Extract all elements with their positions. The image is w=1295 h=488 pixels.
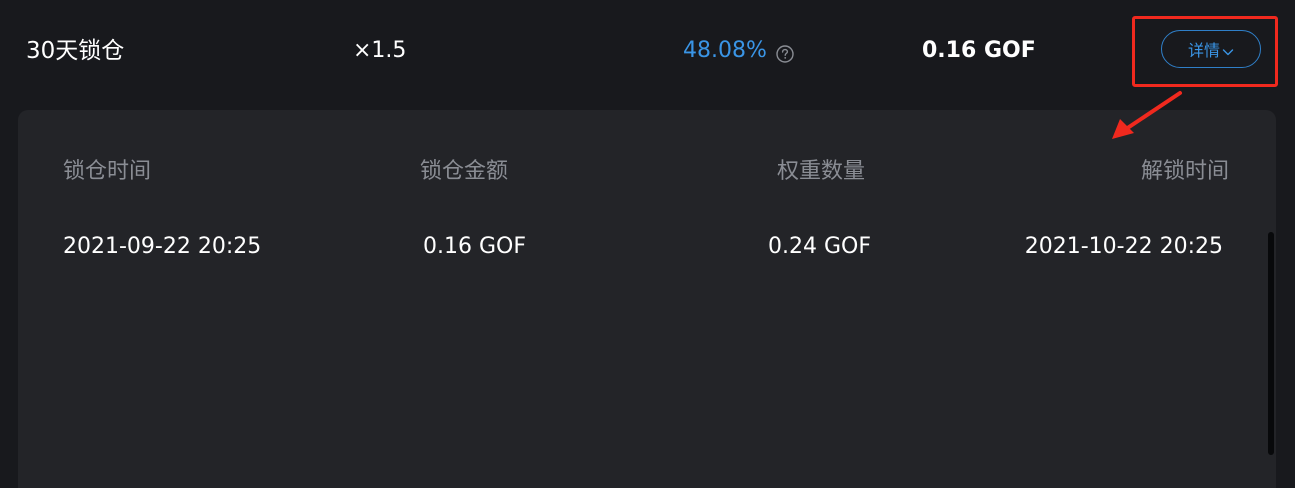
cell-lock-amount: 0.16 GOF (423, 234, 526, 259)
chevron-down-icon (1222, 43, 1234, 56)
panel-scrollbar[interactable] (1268, 232, 1274, 455)
column-header-lock-time: 锁仓时间 (63, 159, 152, 184)
cell-weight-amount: 0.24 GOF (768, 234, 871, 259)
lock-period-label: 30天锁仓 (26, 38, 125, 64)
column-header-weight-amount: 权重数量 (777, 159, 866, 184)
apr-value: 48.08% (683, 36, 794, 66)
apr-text: 48.08% (683, 38, 767, 63)
lock-record-page: 30天锁仓 ×1.5 48.08% 0.16 GOF 详情 锁仓时间 锁仓金额 … (0, 0, 1295, 488)
weight-multiplier: ×1.5 (353, 38, 407, 63)
column-header-lock-amount: 锁仓金额 (420, 159, 509, 184)
column-header-unlock-time: 解锁时间 (1140, 159, 1229, 184)
locked-amount: 0.16 GOF (922, 38, 1036, 63)
cell-lock-time: 2021-09-22 20:25 (63, 234, 262, 259)
details-panel (18, 110, 1276, 488)
cell-unlock-time: 2021-10-22 20:25 (1024, 234, 1223, 259)
details-toggle-button[interactable]: 详情 (1161, 30, 1261, 68)
help-circle-icon[interactable] (776, 42, 794, 63)
details-button-label: 详情 (1187, 41, 1220, 60)
lock-summary-row: 30天锁仓 ×1.5 48.08% 0.16 GOF 详情 (0, 0, 1295, 100)
